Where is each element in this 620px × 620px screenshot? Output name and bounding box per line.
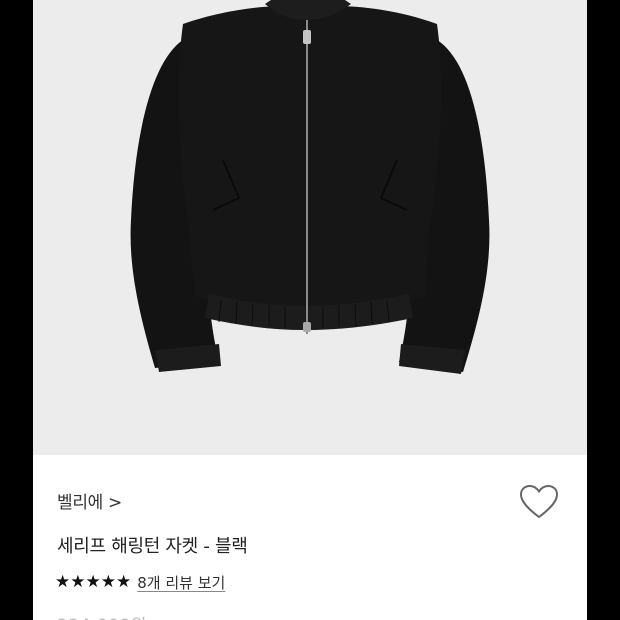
rating-stars: ★ ★ ★ ★ ★ (55, 574, 131, 591)
star-icon: ★ (55, 572, 71, 592)
product-title: 세리프 해링턴 자켓 - 블랙 (57, 536, 248, 557)
jacket-illustration (130, 0, 490, 374)
product-panel: 벨리에 > 세리프 해링턴 자켓 - 블랙 ★ ★ ★ ★ ★ 8개 리뷰 보기 … (33, 0, 587, 620)
brand-link[interactable]: 벨리에 > (57, 488, 122, 513)
product-image[interactable] (33, 0, 587, 455)
star-icon: ★ (85, 572, 101, 592)
chevron-right-icon: > (108, 493, 122, 513)
heart-outline-icon[interactable] (519, 484, 559, 520)
review-link[interactable]: 8개 리뷰 보기 (137, 572, 225, 593)
rating-row: ★ ★ ★ ★ ★ 8개 리뷰 보기 (55, 572, 225, 593)
star-icon: ★ (116, 572, 132, 592)
star-icon: ★ (70, 572, 86, 592)
brand-name: 벨리에 (57, 493, 104, 513)
price: 224,000원 (57, 611, 147, 620)
star-icon: ★ (100, 572, 116, 592)
